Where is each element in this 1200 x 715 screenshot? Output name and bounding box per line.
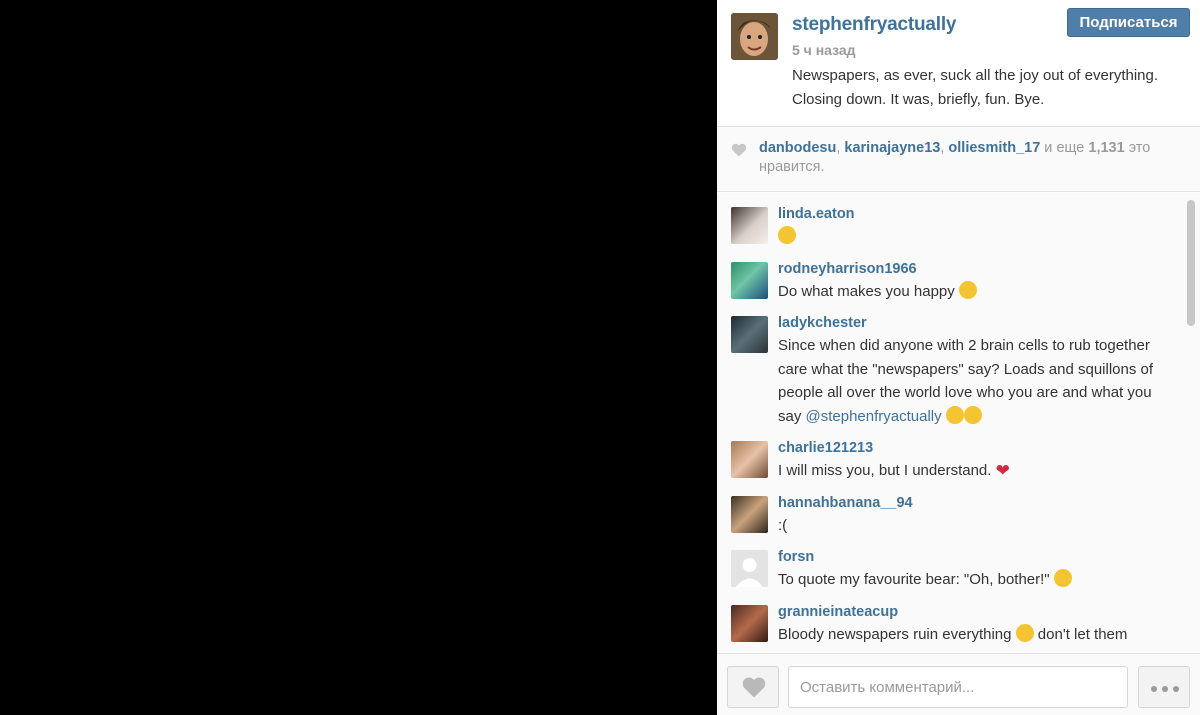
broken-heart-icon: ❤ [995, 461, 1010, 480]
commenter-avatar[interactable] [731, 316, 768, 353]
comment-text: :( [778, 516, 788, 534]
follow-button[interactable]: Подписаться [1067, 8, 1190, 37]
comment-username[interactable]: ladykchester [778, 315, 1200, 332]
comment-footer [717, 653, 1200, 715]
comment-item: linda.eaton [717, 206, 1200, 249]
comment-item: ladykchester Since when did anyone with … [717, 315, 1200, 428]
comment-username[interactable]: grannieinateacup [778, 604, 1200, 621]
comments-list[interactable]: linda.eaton rodneyharrison1966 Do what m… [717, 193, 1200, 653]
persevere-face-icon [1015, 623, 1034, 642]
smile-face-icon [958, 280, 977, 299]
post-panel: stephenfryactually 5 ч назад Newspapers,… [717, 0, 1200, 715]
comment-username[interactable]: charlie121213 [778, 440, 1200, 457]
likes-text: danbodesu, karinajayne13, olliesmith_17 … [759, 140, 1151, 175]
more-options-button[interactable] [1138, 666, 1190, 708]
post-caption: Newspapers, as ever, suck all the joy ou… [792, 67, 1159, 108]
sad-face-icon [778, 226, 796, 244]
comment-text: Since when did anyone with 2 brain cells… [778, 337, 1154, 425]
comment-input[interactable] [788, 666, 1128, 708]
commenter-avatar[interactable] [731, 550, 768, 587]
likes-summary: danbodesu, karinajayne13, olliesmith_17 … [717, 126, 1200, 192]
comment-username[interactable]: linda.eaton [778, 206, 1200, 223]
comment-item: forsn To quote my favourite bear: "Oh, b… [717, 549, 1200, 592]
commenter-avatar[interactable] [731, 441, 768, 478]
comment-username[interactable]: hannahbanana__94 [778, 495, 1200, 512]
dot-icon [1151, 686, 1157, 692]
comment-text: Do what makes you happy [778, 278, 1178, 304]
comment-item: charlie121213 I will miss you, but I und… [717, 440, 1200, 483]
comment-text: To quote my favourite bear: "Oh, bother!… [778, 566, 1178, 592]
likes-count[interactable]: 1,131 [1088, 140, 1124, 156]
liker-username[interactable]: danbodesu [759, 140, 836, 156]
comment-text [778, 223, 1178, 249]
heart-eyes-icon [945, 405, 964, 424]
disappointed-face-icon [1053, 569, 1072, 587]
comment-username[interactable]: forsn [778, 549, 1200, 566]
dot-icon [1162, 686, 1168, 692]
comment-item: rodneyharrison1966 Do what makes you hap… [717, 261, 1200, 304]
comments-scrollbar[interactable] [1187, 200, 1195, 326]
comment-text: Bloody newspapers ruin everything don't … [778, 623, 1128, 643]
commenter-avatar[interactable] [731, 207, 768, 244]
post-timestamp: 5 ч назад [792, 42, 856, 58]
comment-item: hannahbanana__94 :( [717, 495, 1200, 538]
commenter-avatar[interactable] [731, 604, 768, 642]
mention-link[interactable]: @stephenfryactually [806, 408, 942, 425]
heart-eyes-icon [963, 405, 982, 424]
comment-item: grannieinateacup Bloody newspapers ruin … [717, 604, 1200, 647]
dot-icon [1173, 686, 1179, 692]
commenter-avatar[interactable] [731, 261, 768, 299]
default-avatar-icon [736, 558, 763, 587]
author-avatar[interactable] [731, 13, 778, 60]
post-header: stephenfryactually 5 ч назад Newspapers,… [717, 0, 1200, 126]
comment-text: I will miss you, but I understand. ❤ [778, 457, 1178, 483]
liker-username[interactable]: olliesmith_17 [948, 140, 1040, 156]
heart-icon [742, 677, 766, 698]
author-username[interactable]: stephenfryactually [792, 14, 956, 36]
heart-icon [731, 143, 747, 157]
liker-username[interactable]: karinajayne13 [844, 140, 940, 156]
commenter-avatar[interactable] [731, 495, 768, 533]
post-media [0, 0, 717, 715]
comment-username[interactable]: rodneyharrison1966 [778, 261, 1200, 278]
like-button[interactable] [727, 666, 779, 708]
